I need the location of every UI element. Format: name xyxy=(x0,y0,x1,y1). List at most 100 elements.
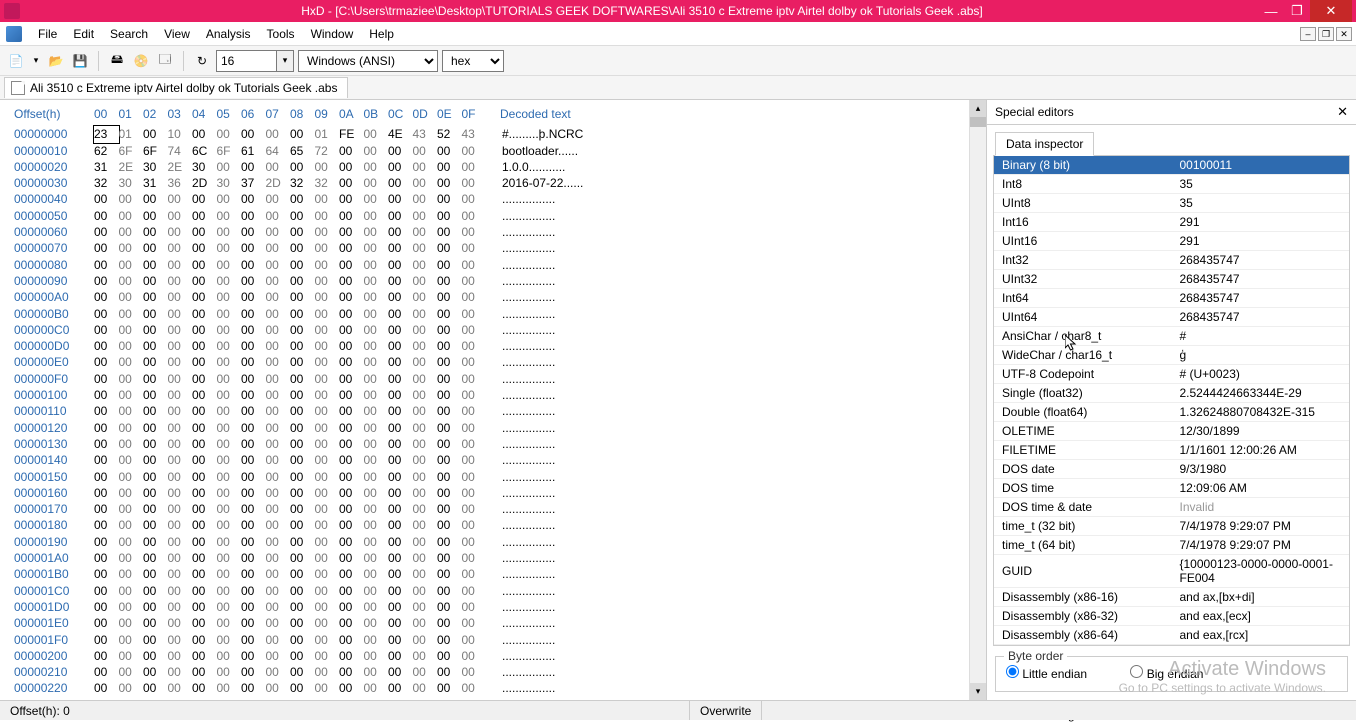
byte-cell[interactable]: 00 xyxy=(290,469,315,485)
byte-cell[interactable]: 00 xyxy=(388,550,413,566)
hex-row[interactable]: 000000D000000000000000000000000000000000… xyxy=(14,338,986,354)
byte-cell[interactable]: 00 xyxy=(364,289,389,305)
byte-cell[interactable]: 00 xyxy=(339,664,364,680)
byte-cell[interactable]: 00 xyxy=(143,289,168,305)
inspector-row[interactable]: Disassembly (x86-16)and ax,[bx+di] xyxy=(994,588,1349,607)
byte-cell[interactable]: 00 xyxy=(315,550,340,566)
decoded-text[interactable]: ................ xyxy=(502,403,555,419)
decoded-text[interactable]: ................ xyxy=(502,224,555,240)
byte-cell[interactable]: 00 xyxy=(241,550,266,566)
byte-cell[interactable]: 00 xyxy=(94,387,119,403)
menu-file[interactable]: File xyxy=(30,25,65,43)
byte-cell[interactable]: 72 xyxy=(315,143,340,159)
byte-cell[interactable]: 00 xyxy=(388,289,413,305)
byte-cell[interactable]: 00 xyxy=(241,257,266,273)
hex-row[interactable]: 000000E000000000000000000000000000000000… xyxy=(14,354,986,370)
byte-cell[interactable]: 00 xyxy=(266,338,291,354)
byte-cell[interactable]: 00 xyxy=(315,680,340,696)
inspector-row[interactable]: GUID{10000123-0000-0000-0001-FE004 xyxy=(994,555,1349,588)
byte-cell[interactable]: 00 xyxy=(437,452,462,468)
byte-cell[interactable]: 00 xyxy=(119,208,144,224)
byte-cell[interactable]: 00 xyxy=(217,452,242,468)
byte-cell[interactable]: 00 xyxy=(437,615,462,631)
hex-row[interactable]: 0000009000000000000000000000000000000000… xyxy=(14,273,986,289)
byte-cell[interactable]: 00 xyxy=(388,387,413,403)
byte-cell[interactable]: 00 xyxy=(192,387,217,403)
byte-cell[interactable]: 6F xyxy=(143,143,168,159)
hex-row[interactable]: 000001B000000000000000000000000000000000… xyxy=(14,566,986,582)
byte-cell[interactable]: 00 xyxy=(192,566,217,582)
byte-cell[interactable]: 00 xyxy=(143,452,168,468)
inspector-row[interactable]: UInt835 xyxy=(994,194,1349,213)
byte-cell[interactable]: 00 xyxy=(217,420,242,436)
byte-cell[interactable]: 00 xyxy=(266,257,291,273)
byte-cell[interactable]: 01 xyxy=(119,126,144,142)
byte-cell[interactable]: 00 xyxy=(241,420,266,436)
byte-cell[interactable]: 00 xyxy=(413,566,438,582)
byte-cell[interactable]: 00 xyxy=(217,664,242,680)
byte-cell[interactable]: 00 xyxy=(437,583,462,599)
byte-cell[interactable]: 00 xyxy=(339,240,364,256)
scroll-down-button[interactable]: ▾ xyxy=(970,683,986,700)
byte-cell[interactable]: 2E xyxy=(168,159,193,175)
byte-cell[interactable]: 00 xyxy=(315,469,340,485)
byte-cell[interactable]: 00 xyxy=(143,615,168,631)
inspector-row[interactable]: time_t (32 bit)7/4/1978 9:29:07 PM xyxy=(994,517,1349,536)
hex-row[interactable]: 0000005000000000000000000000000000000000… xyxy=(14,208,986,224)
byte-cell[interactable]: 00 xyxy=(462,208,487,224)
byte-cell[interactable]: 00 xyxy=(266,599,291,615)
inspector-row[interactable]: AnsiChar / char8_t# xyxy=(994,327,1349,346)
byte-cell[interactable]: 00 xyxy=(119,599,144,615)
byte-cell[interactable]: 00 xyxy=(119,517,144,533)
inspector-row[interactable]: Int64268435747 xyxy=(994,289,1349,308)
byte-cell[interactable]: 65 xyxy=(290,143,315,159)
byte-cell[interactable]: 00 xyxy=(388,306,413,322)
byte-cell[interactable]: 00 xyxy=(192,403,217,419)
hex-row[interactable]: 0000017000000000000000000000000000000000… xyxy=(14,501,986,517)
byte-cell[interactable]: 00 xyxy=(241,485,266,501)
byte-cell[interactable]: 00 xyxy=(413,224,438,240)
decoded-text[interactable]: ................ xyxy=(502,436,555,452)
byte-cell[interactable]: 4E xyxy=(388,126,413,142)
byte-cell[interactable]: 00 xyxy=(192,517,217,533)
byte-cell[interactable]: 00 xyxy=(168,224,193,240)
byte-cell[interactable]: 00 xyxy=(266,583,291,599)
byte-cell[interactable]: 00 xyxy=(94,583,119,599)
byte-cell[interactable]: 00 xyxy=(192,257,217,273)
byte-cell[interactable]: 00 xyxy=(266,566,291,582)
byte-cell[interactable]: 00 xyxy=(119,452,144,468)
byte-cell[interactable]: 00 xyxy=(339,208,364,224)
byte-cell[interactable]: 00 xyxy=(462,615,487,631)
byte-cell[interactable]: 00 xyxy=(143,257,168,273)
mdi-restore-button[interactable]: ❐ xyxy=(1318,27,1334,41)
byte-cell[interactable]: 00 xyxy=(364,599,389,615)
byte-cell[interactable]: 00 xyxy=(217,680,242,696)
byte-cell[interactable]: 43 xyxy=(462,126,487,142)
byte-cell[interactable]: 00 xyxy=(290,403,315,419)
byte-cell[interactable]: 00 xyxy=(119,583,144,599)
byte-cell[interactable]: 00 xyxy=(266,664,291,680)
hex-row[interactable]: 000001D000000000000000000000000000000000… xyxy=(14,599,986,615)
byte-cell[interactable]: 30 xyxy=(192,159,217,175)
byte-cell[interactable]: 00 xyxy=(192,371,217,387)
byte-cell[interactable]: 00 xyxy=(241,387,266,403)
byte-cell[interactable]: 00 xyxy=(413,501,438,517)
byte-cell[interactable]: 00 xyxy=(315,452,340,468)
byte-cell[interactable]: 00 xyxy=(388,469,413,485)
byte-cell[interactable]: 00 xyxy=(437,550,462,566)
byte-cell[interactable]: 00 xyxy=(143,420,168,436)
byte-cell[interactable]: 32 xyxy=(94,175,119,191)
byte-cell[interactable]: 00 xyxy=(266,371,291,387)
byte-cell[interactable]: 00 xyxy=(192,126,217,142)
byte-cell[interactable]: 00 xyxy=(437,436,462,452)
byte-cell[interactable]: 00 xyxy=(94,257,119,273)
byte-cell[interactable]: 00 xyxy=(413,648,438,664)
inspector-row[interactable]: FILETIME1/1/1601 12:00:26 AM xyxy=(994,441,1349,460)
byte-cell[interactable]: 00 xyxy=(143,436,168,452)
byte-cell[interactable]: 00 xyxy=(241,615,266,631)
byte-cell[interactable]: 00 xyxy=(241,273,266,289)
inspector-row[interactable]: UInt32268435747 xyxy=(994,270,1349,289)
byte-cell[interactable]: 52 xyxy=(437,126,462,142)
byte-cell[interactable]: 00 xyxy=(388,615,413,631)
hex-row[interactable]: 0000012000000000000000000000000000000000… xyxy=(14,420,986,436)
